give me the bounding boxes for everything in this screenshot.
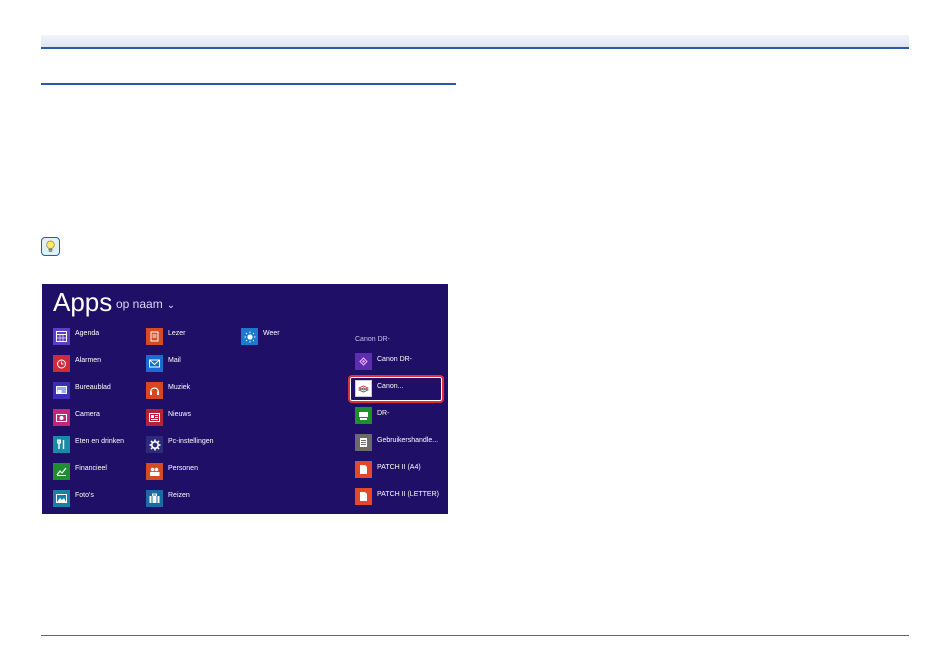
app-label: PATCH II (LETTER)	[377, 491, 439, 498]
lightbulb-hint-icon	[41, 237, 60, 256]
sort-label: op naam	[116, 297, 163, 311]
app-label: PATCH II (A4)	[377, 464, 421, 471]
food-icon	[53, 436, 70, 453]
windows-apps-screen: Apps op naam ⌄ Agenda Alarmen Bureaublad …	[42, 284, 448, 514]
alarm-clock-icon	[53, 355, 70, 372]
app-label: Alarmen	[75, 357, 102, 364]
sort-by-name-dropdown[interactable]: op naam ⌄	[116, 297, 175, 313]
app-label: Weer	[263, 330, 280, 337]
app-label: Canon DR-	[377, 356, 413, 363]
footer-rule	[41, 635, 909, 636]
app-label: Pc-instellingen	[168, 438, 214, 445]
app-label: Agenda	[75, 330, 100, 337]
mail-icon	[146, 355, 163, 372]
app-label: DR-	[377, 410, 390, 417]
reader-icon	[146, 328, 163, 345]
scanner-app-icon	[355, 353, 372, 370]
desktop-icon	[53, 382, 70, 399]
news-icon	[146, 409, 163, 426]
app-label: Personen	[168, 465, 198, 472]
finance-chart-icon	[53, 463, 70, 480]
gear-icon	[146, 436, 163, 453]
app-label: Lezer	[168, 330, 186, 337]
header-rule	[41, 47, 909, 49]
app-label: Gebruikershandle...	[377, 437, 439, 444]
photos-icon	[53, 490, 70, 507]
suitcase-icon	[146, 490, 163, 507]
apps-screen-title: Apps	[53, 287, 113, 317]
file-icon	[355, 488, 372, 505]
people-icon	[146, 463, 163, 480]
camera-icon	[53, 409, 70, 426]
calendar-icon	[53, 328, 70, 345]
weather-sun-icon	[241, 328, 258, 345]
chevron-down-icon: ⌄	[166, 300, 176, 311]
selected-app-highlight	[348, 375, 444, 403]
document-icon	[355, 434, 372, 451]
driver-app-icon	[355, 407, 372, 424]
section-heading-rule	[41, 83, 456, 85]
app-label: Bureaublad	[75, 384, 111, 391]
app-label: Mail	[168, 357, 181, 364]
app-label: Muziek	[168, 384, 191, 391]
app-label: Eten en drinken	[75, 438, 125, 445]
app-label: Financieel	[75, 465, 107, 472]
app-label: Reizen	[168, 492, 190, 499]
app-label: Nieuws	[168, 411, 191, 418]
app-label: Camera	[75, 411, 100, 418]
app-group-header: Canon DR-	[355, 336, 391, 343]
header-band	[41, 35, 909, 47]
app-label: Foto's	[75, 492, 94, 499]
headphones-icon	[146, 382, 163, 399]
file-icon	[355, 461, 372, 478]
